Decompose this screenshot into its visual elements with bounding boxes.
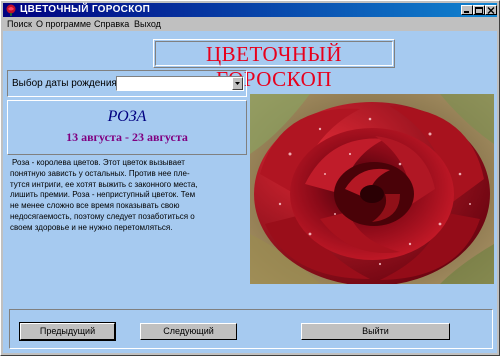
- app-window: ЦВЕТОЧНЫЙ ГОРОСКОП Поиск О программе Спр…: [0, 0, 500, 356]
- dropdown-button[interactable]: [232, 77, 243, 90]
- date-picker-label: Выбор даты рождения: [12, 78, 117, 89]
- minimize-icon: [464, 11, 469, 13]
- next-button[interactable]: Следующий: [140, 323, 237, 340]
- menu-item-exit[interactable]: Выход: [134, 17, 161, 31]
- description-line: тутся интриги, ее хотят выжить с законно…: [10, 179, 198, 189]
- flower-dates: 13 августа - 23 августа: [66, 130, 188, 144]
- navigation-panel: Предыдущий Следующий Выйти: [9, 309, 493, 349]
- description-line: понятную зависть у остальных. Против нее…: [10, 168, 190, 178]
- banner: ЦВЕТОЧНЫЙ ГОРОСКОП: [153, 39, 395, 91]
- description-line: не менее сложно все время показывать сво…: [10, 201, 180, 211]
- rose-photo: [250, 94, 494, 284]
- chevron-down-icon: [235, 82, 240, 85]
- minimize-button[interactable]: [461, 5, 473, 15]
- previous-button-label: Предыдущий: [39, 326, 96, 336]
- date-picker-panel: Выбор даты рождения: [7, 70, 247, 97]
- client-area: ЦВЕТОЧНЫЙ ГОРОСКОП Выбор даты рождения Р…: [3, 31, 497, 353]
- menu-item-search[interactable]: Поиск: [7, 17, 32, 31]
- previous-button[interactable]: Предыдущий: [19, 322, 116, 341]
- close-button[interactable]: [485, 5, 497, 15]
- maximize-icon: [475, 7, 483, 14]
- window-title: ЦВЕТОЧНЫЙ ГОРОСКОП: [20, 4, 151, 15]
- description-line: недосягаемость, поэтому следует позаботи…: [10, 211, 195, 221]
- menu-item-help[interactable]: Справка: [94, 17, 129, 31]
- flower-name: РОЗА: [107, 108, 147, 125]
- description-line: лишить премии. Роза - неприступный цвето…: [10, 190, 196, 200]
- menu-bar: Поиск О программе Справка Выход: [3, 17, 497, 31]
- maximize-button[interactable]: [473, 5, 485, 15]
- description-line: Роза - королева цветов. Этот цветок вызы…: [12, 158, 185, 167]
- title-bar[interactable]: ЦВЕТОЧНЫЙ ГОРОСКОП: [3, 3, 497, 17]
- menu-item-about[interactable]: О программе: [36, 17, 91, 31]
- flower-description: Роза - королева цветов. Этот цветок вызы…: [10, 158, 248, 234]
- close-icon: [487, 7, 495, 14]
- next-button-label: Следующий: [163, 326, 214, 336]
- description-line: своем здоровье и не нужно перетомляться.: [10, 222, 173, 232]
- exit-button-label: Выйти: [362, 326, 389, 336]
- flower-info-panel: РОЗА 13 августа - 23 августа: [7, 100, 247, 155]
- exit-button[interactable]: Выйти: [301, 323, 450, 340]
- birth-date-combobox[interactable]: [116, 76, 244, 91]
- rose-icon: [5, 4, 17, 16]
